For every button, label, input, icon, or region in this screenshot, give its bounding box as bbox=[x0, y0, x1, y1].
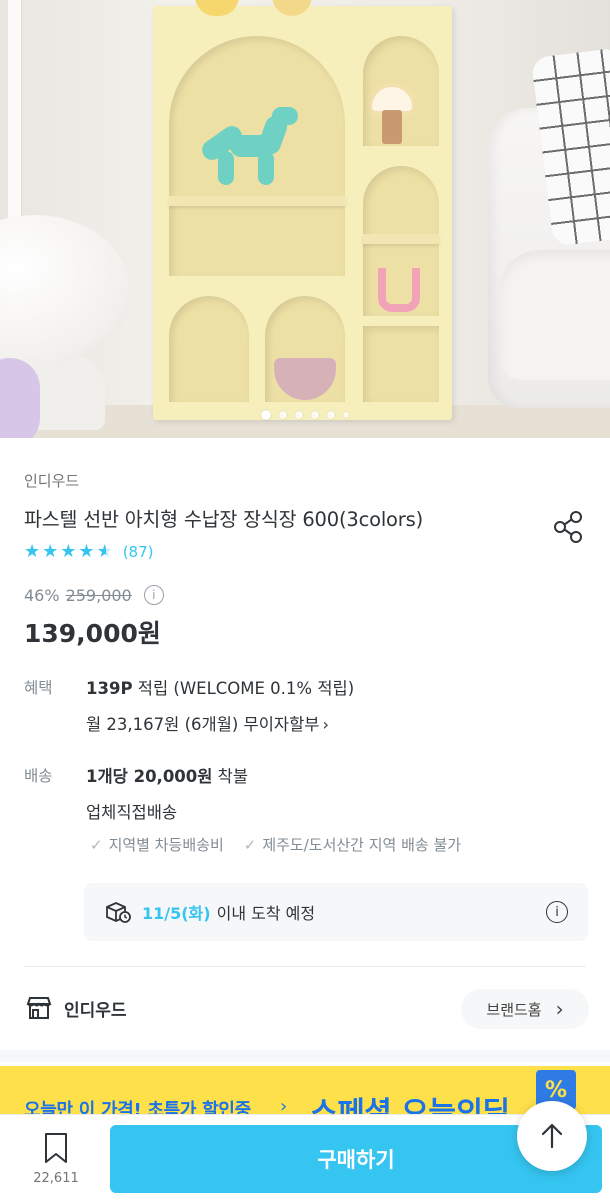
shelf-niche bbox=[169, 296, 249, 402]
scrap-count: 22,611 bbox=[33, 1171, 79, 1186]
star-icon: ★ bbox=[78, 541, 95, 562]
points-detail: 적립 (WELCOME 0.1% 적립) bbox=[132, 679, 355, 698]
carousel-dot[interactable] bbox=[295, 411, 303, 419]
carousel-indicator bbox=[0, 408, 610, 422]
review-count[interactable]: (87) bbox=[123, 543, 154, 561]
store-name[interactable]: 인디우드 bbox=[64, 996, 127, 1021]
sofa-seat bbox=[500, 250, 610, 380]
section-divider bbox=[0, 1050, 610, 1062]
scroll-top-button[interactable] bbox=[517, 1101, 587, 1171]
installment-text: 월 23,167원 (6개월) 무이자할부 bbox=[86, 715, 320, 734]
carousel-dot[interactable] bbox=[343, 412, 349, 418]
rating-row[interactable]: ★ ★ ★ ★ ★ (87) bbox=[24, 542, 154, 562]
shipping-fee-amount: 1개당 20,000원 bbox=[86, 767, 213, 786]
arrival-estimate-box[interactable]: 11/5(화) 이내 도착 예정 i bbox=[84, 883, 588, 941]
carousel-dot[interactable] bbox=[311, 411, 319, 419]
discount-rate: 46% bbox=[24, 585, 60, 605]
shipping-note: ✓ 지역별 차등배송비 bbox=[90, 836, 224, 854]
points-text: 139P 적립 (WELCOME 0.1% 적립) bbox=[86, 675, 354, 699]
star-icon: ★ bbox=[42, 541, 59, 562]
discount-row: 46% 259,000 i bbox=[24, 585, 164, 605]
shipping-fee: 1개당 20,000원 착불 bbox=[86, 763, 248, 787]
arrow-up-icon bbox=[541, 1123, 563, 1149]
shipping-label: 배송 bbox=[24, 767, 53, 785]
promo-banner[interactable]: 오늘만 이 가격! 초특가 할인중 › 스페셜 오늘의딜 % bbox=[0, 1066, 610, 1118]
bookmark-icon bbox=[45, 1133, 67, 1163]
product-title: 파스텔 선반 아치형 수납장 장식장 600(3colors) bbox=[24, 508, 423, 531]
divider bbox=[24, 966, 586, 967]
side-table-top bbox=[0, 215, 130, 365]
balloon-dog-figure bbox=[198, 95, 300, 190]
star-icon: ★ bbox=[24, 541, 41, 562]
shelf-niche bbox=[363, 326, 439, 402]
installment-link[interactable]: 월 23,167원 (6개월) 무이자할부 › bbox=[86, 711, 329, 735]
chevron-right-icon: › bbox=[555, 997, 564, 1021]
star-icon: ★ bbox=[60, 541, 77, 562]
carousel-dot[interactable] bbox=[261, 410, 271, 420]
shipping-note: ✓ 제주도/도서산간 지역 배송 불가 bbox=[243, 836, 462, 854]
half-star-icon: ★ bbox=[96, 541, 113, 562]
shelf-plank bbox=[169, 196, 345, 206]
carousel-dot[interactable] bbox=[279, 411, 287, 419]
lamp-pole bbox=[8, 0, 22, 240]
pink-tube-object bbox=[378, 268, 420, 312]
table-lamp-base bbox=[382, 110, 402, 144]
info-icon[interactable]: i bbox=[546, 901, 568, 923]
check-icon: ✓ bbox=[243, 836, 257, 854]
info-icon[interactable]: i bbox=[143, 585, 164, 605]
delivery-box-icon bbox=[106, 902, 131, 923]
shelf-plank bbox=[363, 234, 439, 244]
sale-price: 139,000원 bbox=[24, 619, 161, 648]
shipping-method: 업체직접배송 bbox=[86, 803, 178, 822]
scrap-button[interactable]: 22,611 bbox=[26, 1131, 86, 1186]
brand-home-button[interactable]: 브랜드홈 › bbox=[461, 989, 589, 1029]
shipping-fee-type: 착불 bbox=[212, 767, 249, 786]
arrival-text: 이내 도착 예정 bbox=[216, 904, 316, 923]
benefit-label: 혜택 bbox=[24, 679, 53, 697]
chevron-right-icon: › bbox=[322, 715, 329, 734]
share-icon[interactable] bbox=[552, 510, 586, 544]
original-price: 259,000 bbox=[65, 585, 132, 605]
arrival-date: 11/5(화) bbox=[142, 904, 211, 923]
carousel-dot[interactable] bbox=[327, 411, 335, 419]
check-icon: ✓ bbox=[90, 836, 103, 854]
purple-stool bbox=[0, 358, 40, 438]
points-amount: 139P bbox=[86, 679, 133, 698]
brand-name[interactable]: 인디우드 bbox=[24, 470, 79, 491]
store-icon bbox=[26, 997, 52, 1019]
brand-home-label: 브랜드홈 bbox=[486, 1000, 542, 1019]
product-image[interactable] bbox=[0, 0, 610, 438]
shipping-notes: ✓ 지역별 차등배송비 ✓ 제주도/도서산간 지역 배송 불가 bbox=[90, 834, 461, 855]
